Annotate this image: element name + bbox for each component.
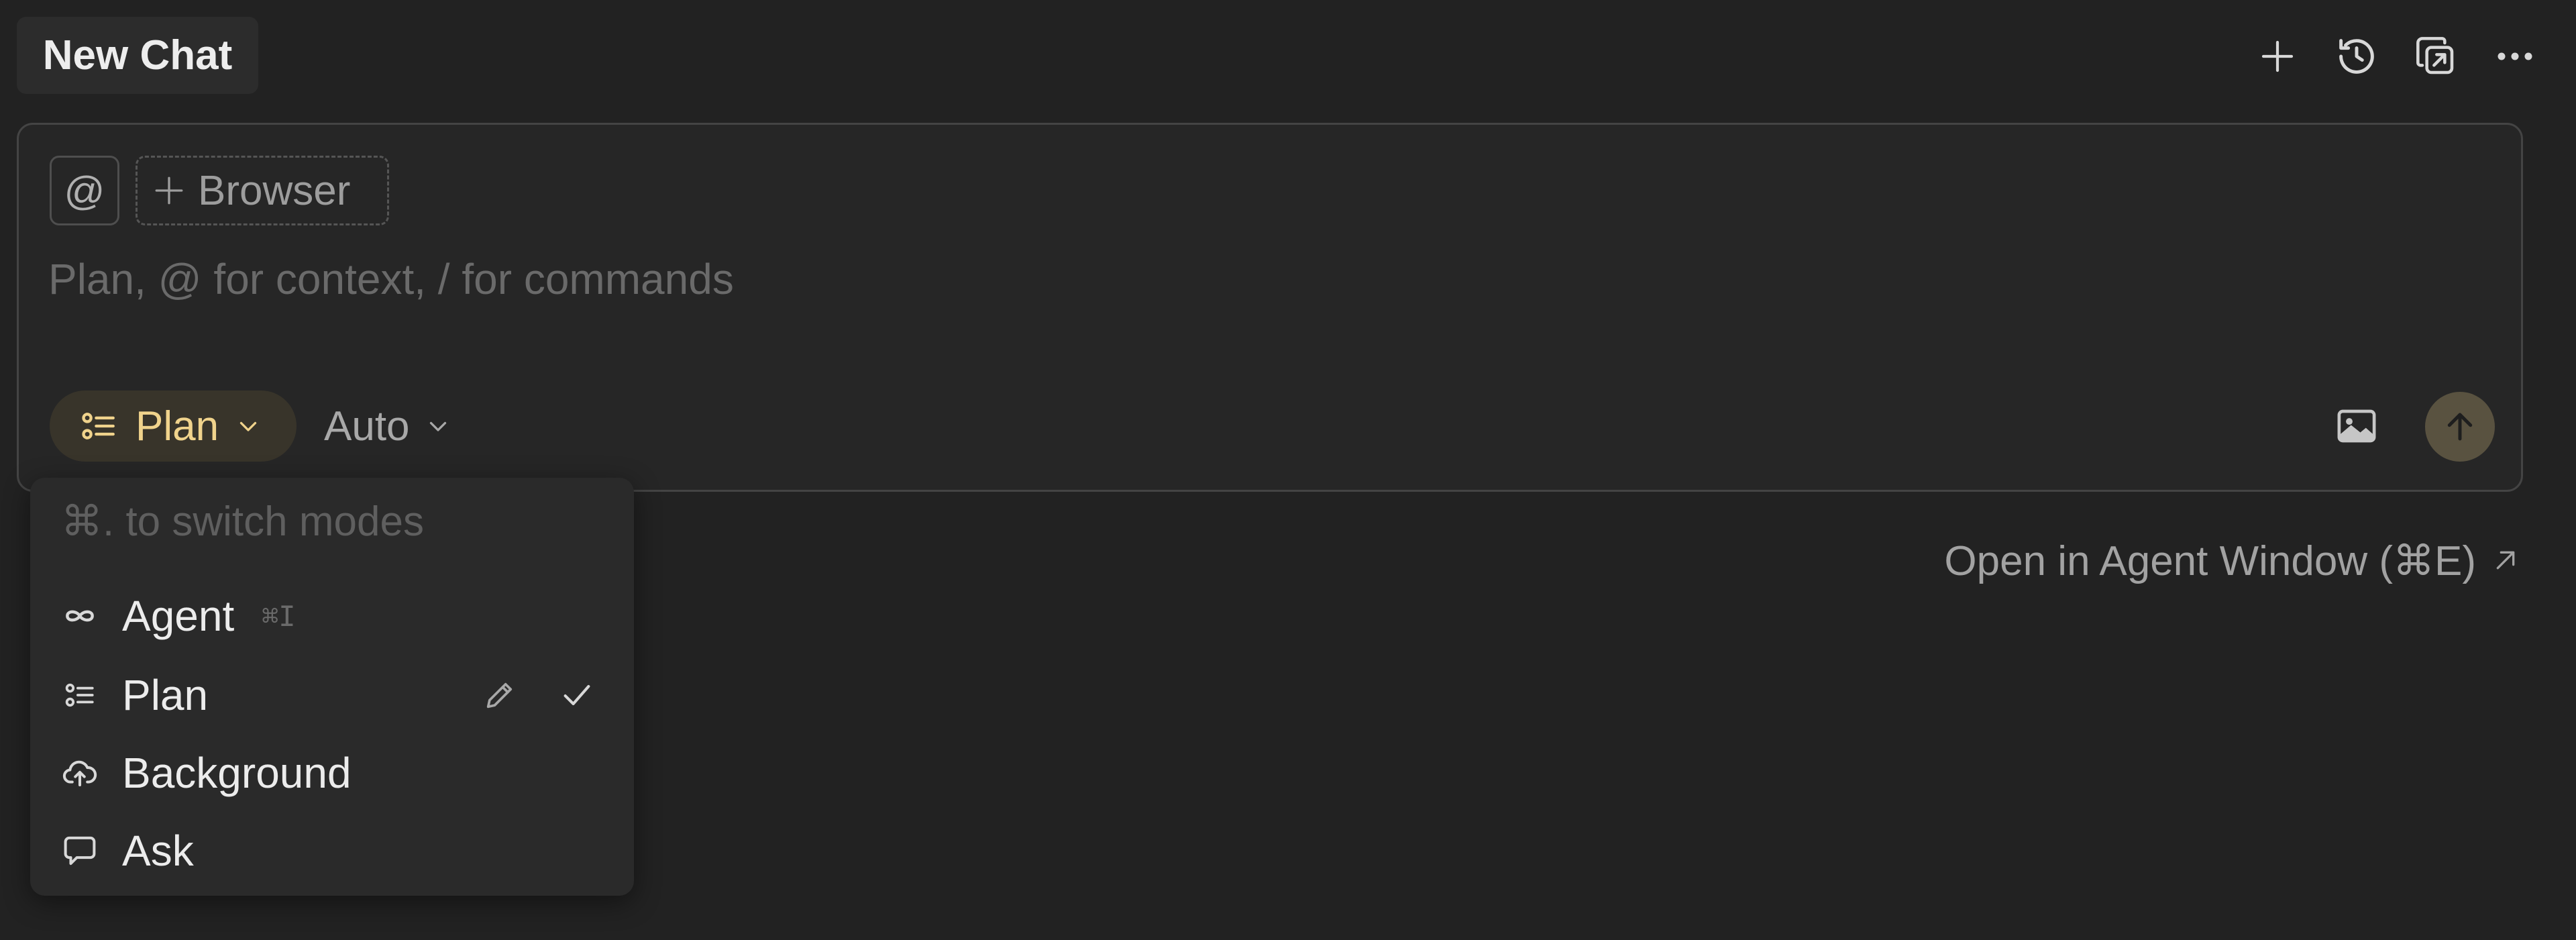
mode-item-agent[interactable]: Agent ⌘I	[30, 579, 634, 653]
at-symbol: @	[64, 168, 105, 213]
open-in-window-button[interactable]	[2408, 25, 2463, 87]
attach-image-button[interactable]	[2326, 396, 2387, 456]
chat-title-tab[interactable]: New Chat	[17, 17, 258, 94]
mode-selector-button[interactable]: Plan	[50, 390, 297, 462]
chat-composer: @ Browser Plan Auto	[17, 123, 2523, 492]
new-chat-button[interactable]	[2250, 25, 2305, 87]
header-toolbar	[2250, 25, 2542, 87]
checklist-icon	[82, 413, 115, 439]
mode-item-label: Plan	[122, 671, 209, 719]
pencil-icon	[486, 682, 513, 709]
mode-label: Plan	[136, 403, 219, 450]
edit-mode-button[interactable]	[476, 672, 523, 719]
add-context-button[interactable]: @	[50, 156, 119, 225]
mode-item-ask[interactable]: Ask	[30, 814, 634, 888]
mode-item-label: Agent	[122, 592, 235, 640]
cloud-upload-icon	[61, 754, 99, 792]
plus-icon	[155, 176, 183, 205]
add-browser-chip[interactable]: Browser	[136, 156, 389, 225]
history-button[interactable]	[2329, 25, 2384, 87]
send-button[interactable]	[2425, 392, 2495, 462]
image-icon	[2337, 409, 2376, 443]
model-selector-button[interactable]: Auto	[324, 390, 450, 462]
external-window-icon	[2416, 37, 2454, 74]
history-icon	[2339, 39, 2374, 74]
browser-chip-label: Browser	[198, 167, 351, 214]
mode-item-label: Background	[122, 749, 352, 797]
infinity-icon	[61, 597, 99, 635]
checklist-icon	[61, 676, 99, 714]
chat-bubble-icon	[61, 832, 99, 870]
chat-title: New Chat	[42, 32, 233, 79]
chevron-down-icon	[429, 421, 446, 431]
agent-link-label: Open in Agent Window (⌘E)	[1944, 537, 2476, 584]
mode-item-label: Ask	[122, 827, 194, 875]
plus-icon	[2261, 40, 2294, 72]
model-label: Auto	[324, 403, 410, 450]
chevron-down-icon	[239, 421, 257, 431]
open-agent-window-link[interactable]: Open in Agent Window (⌘E)	[1944, 530, 2519, 590]
arrow-up-right-icon	[2496, 551, 2515, 570]
more-button[interactable]	[2487, 25, 2542, 87]
switch-modes-hint: ⌘. to switch modes	[61, 499, 424, 545]
more-horizontal-icon	[2498, 52, 2532, 60]
mode-item-plan[interactable]: Plan	[30, 658, 634, 732]
arrow-up-icon	[2447, 413, 2473, 441]
mode-item-background[interactable]: Background	[30, 736, 634, 810]
mode-item-shortcut: ⌘I	[262, 599, 296, 633]
prompt-input[interactable]	[48, 246, 2463, 313]
checkmark-icon	[553, 672, 600, 719]
